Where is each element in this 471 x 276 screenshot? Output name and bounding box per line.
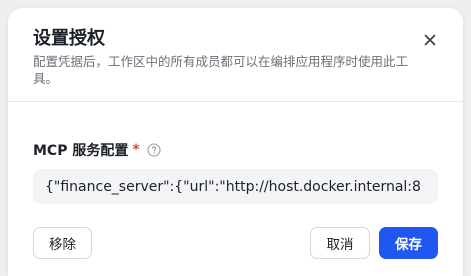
mcp-config-input[interactable] (33, 169, 438, 204)
save-button[interactable]: 保存 (379, 227, 438, 259)
dialog-header: 设置授权 配置凭据后，工作区中的所有成员都可以在编排应用程序时使用此工具。 (8, 8, 463, 102)
help-button[interactable] (147, 143, 161, 157)
mcp-config-label: MCP 服务配置 * (33, 140, 161, 160)
close-button[interactable] (418, 28, 442, 52)
cancel-button[interactable]: 取消 (310, 227, 370, 259)
required-mark: * (132, 142, 140, 158)
close-icon (424, 34, 436, 46)
remove-button[interactable]: 移除 (33, 227, 92, 259)
field-label-text: MCP 服务配置 (33, 143, 129, 159)
question-circle-icon (147, 143, 161, 157)
authorization-dialog: 设置授权 配置凭据后，工作区中的所有成员都可以在编排应用程序时使用此工具。 MC… (8, 8, 463, 276)
dialog-title: 设置授权 (33, 28, 105, 49)
dialog-subtitle: 配置凭据后，工作区中的所有成员都可以在编排应用程序时使用此工具。 (33, 54, 409, 86)
